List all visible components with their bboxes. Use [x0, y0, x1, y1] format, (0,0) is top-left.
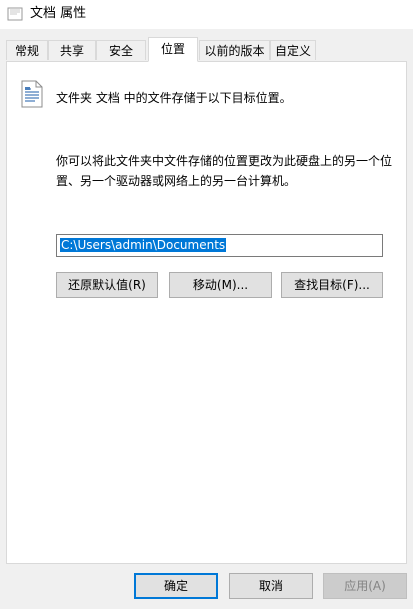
ok-button[interactable]: 确定: [134, 573, 218, 599]
window-title: 文档 属性: [30, 6, 87, 21]
tab-previous-versions[interactable]: 以前的版本: [199, 40, 270, 60]
location-header-text: 文件夹 文档 中的文件存储于以下目标位置。: [56, 91, 292, 105]
tab-general[interactable]: 常规: [6, 40, 48, 60]
location-panel: 文件夹 文档 中的文件存储于以下目标位置。 你可以将此文件夹中文件存储的位置更改…: [6, 61, 407, 564]
apply-button: 应用(A): [323, 573, 407, 599]
location-description: 你可以将此文件夹中文件存储的位置更改为此硬盘上的另一个位置、另一个驱动器或网络上…: [56, 154, 393, 188]
restore-default-button[interactable]: 还原默认值(R): [56, 272, 158, 298]
tab-customize[interactable]: 自定义: [270, 40, 316, 60]
tab-location[interactable]: 位置: [148, 37, 198, 62]
title-bar: 文档 属性: [0, 0, 413, 29]
cancel-button[interactable]: 取消: [229, 573, 313, 599]
tab-security[interactable]: 安全: [96, 40, 146, 60]
tab-sharing[interactable]: 共享: [48, 40, 96, 60]
path-input-value: C:\Users\admin\Documents: [60, 238, 227, 252]
path-input[interactable]: C:\Users\admin\Documents: [56, 234, 383, 257]
document-icon: [21, 80, 43, 108]
folder-icon: [7, 7, 23, 21]
find-target-button[interactable]: 查找目标(F)...: [281, 272, 383, 298]
move-button[interactable]: 移动(M)...: [169, 272, 272, 298]
